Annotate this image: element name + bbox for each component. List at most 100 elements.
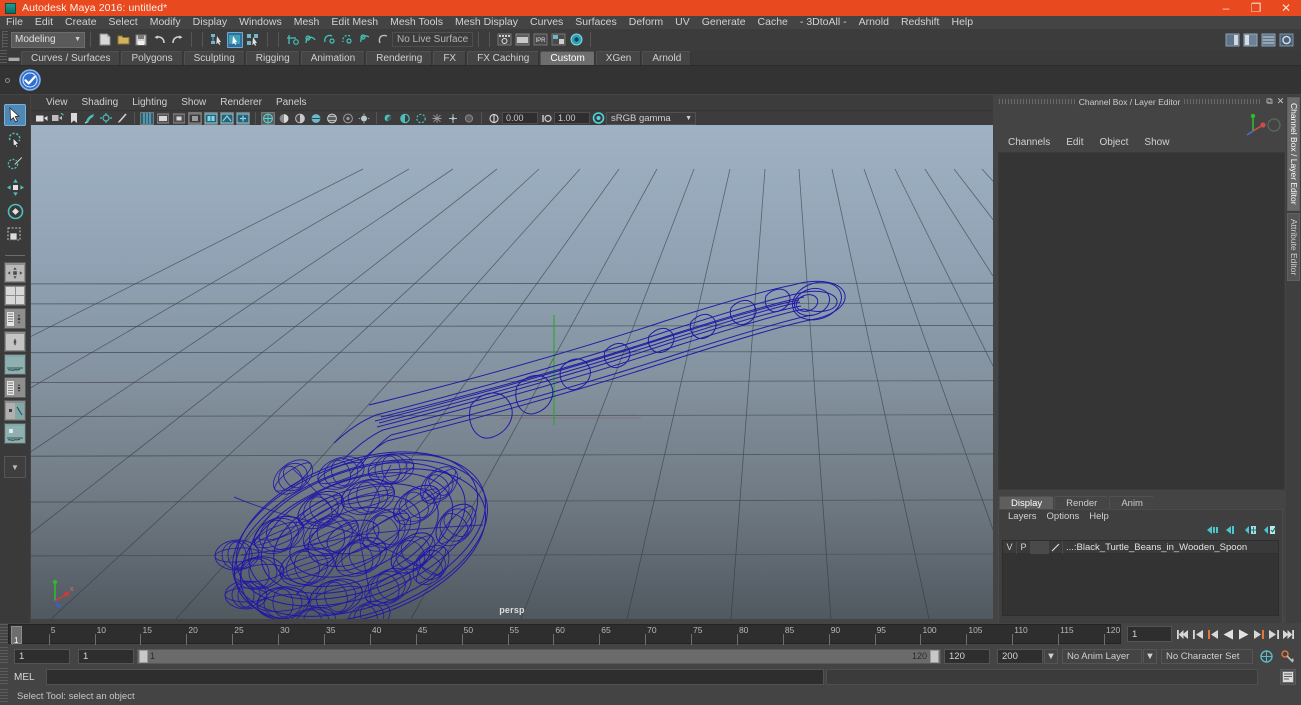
move-layer-up-icon[interactable] [1207, 525, 1219, 535]
show-hide-channel-box-icon[interactable] [1260, 32, 1276, 48]
rangeslider-grip[interactable] [0, 647, 8, 665]
lasso-select-tool[interactable] [4, 128, 26, 150]
undo-icon[interactable] [151, 32, 167, 48]
viewport-menu-show[interactable]: Show [174, 95, 213, 110]
chevron-down-icon[interactable]: ▼ [1044, 648, 1058, 664]
menu-arnold[interactable]: Arnold [853, 16, 895, 29]
show-hide-tool-settings-icon[interactable] [1242, 32, 1258, 48]
range-end-handle[interactable] [930, 649, 939, 663]
go-to-start-button[interactable] [1176, 626, 1190, 642]
snap-to-curve-icon[interactable] [303, 32, 319, 48]
menu-surfaces[interactable]: Surfaces [569, 16, 622, 29]
layer-list[interactable]: V P ...:Black_Turtle_Beans_in_Wooden_Spo… [1002, 540, 1279, 616]
animation-start-field[interactable]: 1 [14, 648, 70, 664]
gate-mask-icon[interactable] [188, 111, 202, 125]
render-view-icon[interactable] [568, 32, 584, 48]
play-backwards-button[interactable] [1221, 626, 1235, 642]
viewport-menu-shading[interactable]: Shading [75, 95, 126, 110]
select-camera-icon[interactable] [35, 112, 49, 125]
depth-of-field-icon[interactable] [446, 112, 460, 125]
shelf-tab-xgen[interactable]: XGen [595, 51, 642, 65]
create-layer-from-selected-icon[interactable] [1264, 525, 1276, 535]
layout-hypershade-persp[interactable] [4, 354, 26, 375]
step-back-frame-button[interactable] [1191, 626, 1205, 642]
menu-help[interactable]: Help [945, 16, 979, 29]
isolate-select-icon[interactable] [462, 112, 476, 125]
grid-toggle-icon[interactable] [140, 111, 154, 125]
layer-name[interactable]: ...:Black_Turtle_Beans_in_Wooden_Spoon [1063, 542, 1247, 553]
exposure-icon[interactable] [487, 112, 501, 125]
menu-windows[interactable]: Windows [233, 16, 288, 29]
command-language-label[interactable]: MEL [8, 669, 46, 685]
menu-modify[interactable]: Modify [144, 16, 187, 29]
current-frame-field[interactable]: 1 [1127, 626, 1172, 642]
timeslider-grip[interactable] [0, 624, 8, 644]
menu-generate[interactable]: Generate [696, 16, 752, 29]
layer-color-swatch[interactable] [1049, 540, 1063, 554]
view-transform-icon[interactable] [591, 112, 605, 125]
layout-four-view[interactable] [4, 285, 26, 306]
character-set-selector[interactable]: No Character Set [1161, 648, 1253, 664]
range-start-handle[interactable] [139, 649, 148, 663]
menu-mesh[interactable]: Mesh [288, 16, 326, 29]
undock-button[interactable]: ⧉ [1264, 96, 1275, 107]
channelbox-menu-object[interactable]: Object [1092, 136, 1137, 150]
select-by-object-type-icon[interactable] [227, 31, 243, 48]
save-scene-icon[interactable] [133, 32, 149, 48]
xray-joints-icon[interactable] [220, 111, 234, 125]
shelf-tab-rendering[interactable]: Rendering [366, 51, 433, 65]
xray-active-components-icon[interactable] [236, 111, 250, 125]
textured-icon[interactable] [341, 112, 355, 125]
chevron-down-icon-2[interactable]: ▼ [1143, 648, 1157, 664]
close-button[interactable]: ✕ [1271, 0, 1301, 16]
move-layer-down-icon[interactable] [1226, 525, 1238, 535]
live-surface-field[interactable]: No Live Surface [392, 32, 474, 47]
xray-icon[interactable] [204, 111, 218, 125]
use-all-lights-icon[interactable] [357, 112, 371, 125]
shelf-tab-animation[interactable]: Animation [300, 51, 366, 65]
make-live-icon[interactable] [375, 32, 391, 48]
shelf-tab-fx[interactable]: FX [433, 51, 467, 65]
side-tab-channel-box[interactable]: Channel Box / Layer Editor [1287, 97, 1300, 211]
play-forwards-button[interactable] [1236, 626, 1250, 642]
script-editor-icon[interactable] [1280, 669, 1296, 685]
menu-file[interactable]: File [0, 16, 29, 29]
create-empty-layer-icon[interactable] [1245, 525, 1257, 535]
gamma-icon[interactable] [539, 112, 553, 125]
gamma-value[interactable]: 1.00 [554, 112, 590, 124]
flat-shade-icon[interactable] [309, 112, 323, 125]
channelbox-menu-edit[interactable]: Edit [1058, 136, 1091, 150]
snap-to-grid-icon[interactable] [285, 32, 301, 48]
render-settings-icon[interactable]: IPR [532, 32, 548, 48]
show-hide-attribute-editor-icon[interactable] [1224, 32, 1240, 48]
shelf-grip[interactable] [0, 50, 7, 65]
move-tool[interactable] [4, 176, 26, 198]
step-forward-frame-button[interactable] [1266, 626, 1280, 642]
panel-drag-handle-right[interactable] [1184, 99, 1260, 104]
view-gizmo-icon[interactable] [115, 112, 129, 125]
restore-button[interactable]: ❐ [1241, 0, 1271, 16]
multisample-aa-icon[interactable] [430, 112, 444, 125]
shelf-tab-polygons[interactable]: Polygons [121, 51, 183, 65]
rotate-tool[interactable] [4, 200, 26, 222]
step-forward-key-button[interactable] [1251, 626, 1265, 642]
scale-tool[interactable] [4, 224, 26, 246]
film-gate-icon[interactable] [156, 112, 170, 125]
helpline-grip[interactable] [0, 689, 8, 704]
tab-display-layers[interactable]: Display [999, 496, 1054, 509]
viewport-3d-canvas[interactable]: x persp [31, 125, 993, 619]
layout-more-button[interactable]: ▼ [4, 456, 26, 478]
anim-layer-selector[interactable]: No Anim Layer [1062, 648, 1142, 664]
two-sided-lighting-icon[interactable] [99, 112, 113, 125]
animation-preferences-icon[interactable] [1280, 649, 1296, 664]
show-hide-sidebar-icon[interactable] [1278, 32, 1294, 48]
layout-three-pane[interactable] [4, 377, 26, 398]
menu-3dtoall[interactable]: - 3DtoAll - [794, 16, 853, 29]
resolution-gate-icon[interactable] [172, 112, 186, 125]
shelf-tab-arnold[interactable]: Arnold [642, 51, 692, 65]
tab-render-layers[interactable]: Render [1054, 496, 1109, 509]
panel-drag-handle[interactable] [999, 99, 1075, 104]
timeslider-track[interactable]: 1 5 10 15 20 25 30 35 40 45 50 55 60 65 70 75 80 85 90 95 1… [8, 624, 1121, 645]
paint-select-tool[interactable] [4, 152, 26, 174]
go-to-end-button[interactable] [1281, 626, 1295, 642]
